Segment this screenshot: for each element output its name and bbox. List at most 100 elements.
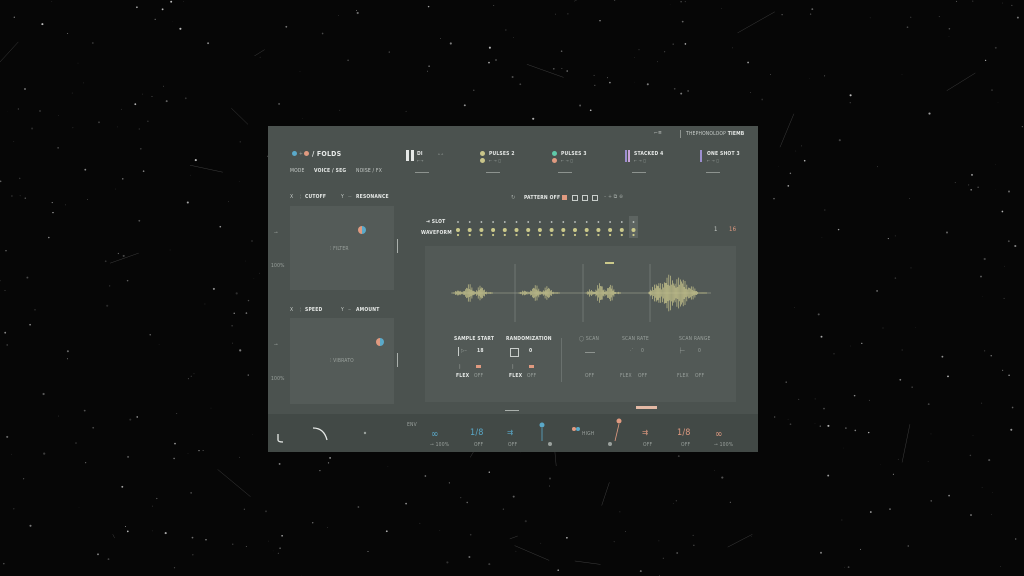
waveform-step-sub[interactable] [573,233,577,237]
waveform-step[interactable] [479,228,484,232]
scan-rate-flex[interactable]: FLEX [620,373,632,379]
star [991,89,993,91]
star [247,299,250,302]
waveform-step[interactable] [467,228,472,232]
waveform-step-sub[interactable] [503,233,506,237]
star [663,51,666,53]
randomization-flex[interactable]: FLEX [509,373,522,379]
star [656,61,658,63]
slot-step[interactable] [620,221,623,223]
scan-rate-off[interactable]: OFF [638,373,647,379]
waveform-step-sub[interactable] [597,233,600,237]
infinity-icon-right[interactable]: ∞ [715,429,723,440]
plugin-window: + / FOLDS MODE VOICE / SEG NOISE / FX ⌐≡… [268,126,758,452]
waveform-step[interactable] [631,228,636,232]
star [1003,297,1005,299]
left-arrow-icon[interactable]: ⇉ [507,428,513,437]
randomization-box[interactable] [510,348,519,357]
waveform-step-sub[interactable] [456,233,460,237]
scan-off[interactable]: OFF [585,373,594,379]
star [634,57,635,58]
waveform-step-sub[interactable] [562,233,565,237]
sample-start-off[interactable]: OFF [474,373,483,379]
lfo-dot-gray[interactable] [548,442,552,446]
waveform-step[interactable] [502,228,507,232]
waveform-step-sub[interactable] [515,233,518,237]
waveform-step[interactable] [584,228,589,232]
slot-step[interactable] [492,221,494,223]
waveform-step[interactable] [573,228,577,232]
waveform-step[interactable] [561,228,566,232]
waveform-step-sub[interactable] [585,233,588,237]
sample-start-value[interactable]: 18 [477,348,484,354]
slot-step[interactable] [597,221,600,223]
star [994,46,997,49]
waveform-step[interactable] [596,228,601,232]
waveform-step-sub[interactable] [609,233,612,237]
waveform-step[interactable] [608,228,613,232]
envelope-attack-icon[interactable] [277,434,284,443]
scan-label[interactable]: ◯ SCAN [579,336,599,342]
slot-step[interactable] [585,221,588,223]
star [1000,566,1001,568]
scan-rate-value[interactable]: 0 [641,348,644,354]
waveform-step-sub[interactable] [492,233,495,237]
scan-range-off[interactable]: OFF [695,373,704,379]
waveform-step[interactable] [514,228,519,232]
star [1021,126,1023,128]
waveform-step-sub[interactable] [538,233,541,237]
infinity-icon[interactable]: ∞ [431,429,439,440]
high-dot-blue[interactable] [576,427,580,431]
slot-step[interactable] [457,221,459,223]
slot-step[interactable] [515,221,518,223]
star [819,425,821,427]
scan-range-flex[interactable]: FLEX [677,373,689,379]
lfo-dot-salmon[interactable] [616,418,622,424]
waveform-display[interactable] [425,246,736,336]
slot-step[interactable] [632,221,635,223]
star [173,457,175,460]
envelope-curve-icon[interactable] [312,427,328,441]
waveform-step-sub[interactable] [632,233,635,237]
waveform-step[interactable] [537,228,542,232]
waveform-step[interactable] [549,228,554,232]
slot-step[interactable] [480,221,483,223]
waveform-step-sub[interactable] [550,233,553,237]
slot-step[interactable] [574,221,576,223]
star [662,557,664,559]
sample-start-flex[interactable]: FLEX [456,373,469,379]
lfo-dot-blue[interactable] [539,422,545,428]
waveform-step-sub[interactable] [527,233,530,237]
right-arrow-icon[interactable]: ⇉ [642,428,648,437]
slot-step[interactable] [468,221,471,223]
star [837,228,840,231]
slot-step[interactable] [609,221,611,223]
star [821,237,823,238]
waveform-step[interactable] [491,228,496,232]
right-rate[interactable]: 1/8 [677,428,691,438]
waveform-step-sub[interactable] [480,233,483,237]
left-rate[interactable]: 1/8 [470,428,484,438]
star [820,551,822,554]
randomization-value[interactable]: 0 [529,348,532,354]
waveform-step[interactable] [619,228,624,232]
lfo-dot-gray-right[interactable] [608,442,612,446]
sparkle-icon[interactable] [363,431,367,435]
slot-step[interactable] [539,221,541,223]
slot-step[interactable] [550,221,553,223]
slot-step[interactable] [562,221,565,223]
slot-step[interactable] [503,221,506,223]
star [809,78,810,80]
star [1007,190,1011,193]
scan-range-value[interactable]: 0 [698,348,701,354]
waveform-step-sub[interactable] [620,233,623,237]
randomization-off[interactable]: OFF [527,373,536,379]
waveform-step-sub[interactable] [468,233,471,237]
slot-step[interactable] [527,221,530,223]
star [66,358,68,360]
high-dot-salmon[interactable] [572,427,576,431]
waveform-step[interactable] [456,228,460,232]
waveform-step[interactable] [526,228,531,232]
page-handle[interactable] [505,410,519,411]
page-indicator[interactable] [636,406,657,409]
